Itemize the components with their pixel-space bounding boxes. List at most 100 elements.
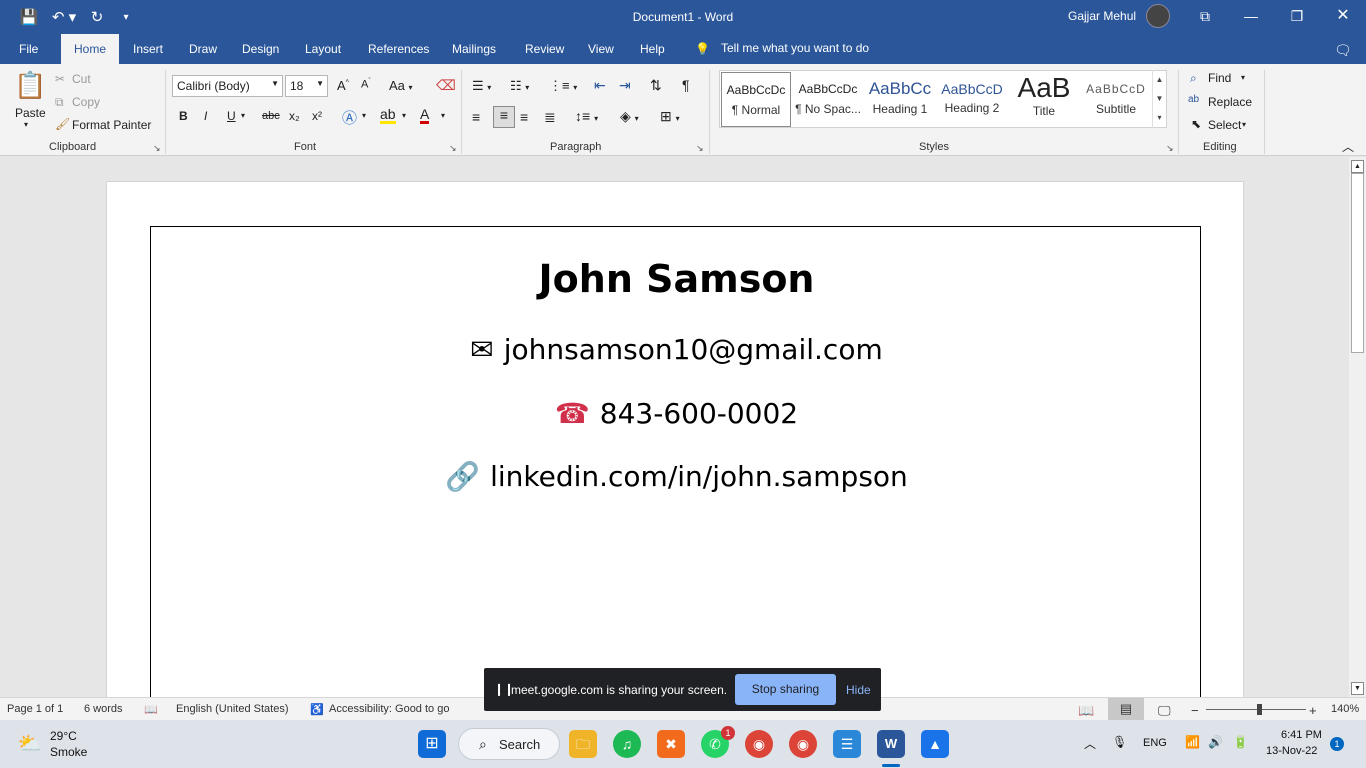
format-painter-button[interactable]: Format Painter	[72, 118, 151, 132]
chevron-down-icon[interactable]: ▼	[1153, 89, 1166, 108]
align-left-icon[interactable]: ≡	[472, 109, 480, 125]
user-name[interactable]: Gajjar Mehul	[1068, 9, 1136, 23]
show-formatting-icon[interactable]: ¶	[682, 77, 690, 93]
shrink-font-icon[interactable]: Aˇ	[361, 78, 371, 91]
scroll-thumb[interactable]	[1351, 173, 1364, 353]
style-normal[interactable]: AaBbCcDc ¶ Normal	[721, 72, 791, 127]
language-status[interactable]: English (United States)	[176, 703, 289, 715]
tab-layout[interactable]: Layout	[305, 42, 341, 56]
bullets-icon[interactable]: ☰ ▾	[472, 78, 491, 94]
chevron-up-icon[interactable]: ▲	[1153, 70, 1166, 89]
styles-launcher-icon[interactable]: ↘	[1166, 143, 1174, 154]
print-layout-icon[interactable]: ▤	[1108, 698, 1144, 720]
file-explorer-icon[interactable]: 🗀	[569, 730, 597, 758]
tab-mailings[interactable]: Mailings	[452, 42, 496, 56]
style-subtitle[interactable]: AaBbCcD Subtitle	[1081, 72, 1151, 127]
paragraph-launcher-icon[interactable]: ↘	[696, 143, 704, 154]
chrome-icon[interactable]: ◉	[745, 730, 773, 758]
scroll-down-icon[interactable]: ▼	[1351, 682, 1364, 695]
change-case-button[interactable]: Aa ▾	[389, 78, 413, 93]
style-title[interactable]: AaB Title	[1009, 72, 1079, 127]
align-right-icon[interactable]: ≡	[520, 109, 528, 125]
chevron-up-icon[interactable]: ︿	[1084, 735, 1096, 752]
zoom-in-icon[interactable]: +	[1309, 703, 1317, 718]
numbering-icon[interactable]: ☷ ▾	[510, 78, 529, 94]
collapse-ribbon-icon[interactable]: ︿	[1342, 138, 1354, 155]
select-button[interactable]: Select	[1208, 118, 1241, 132]
photos-icon[interactable]: ▲	[921, 730, 949, 758]
grow-font-icon[interactable]: A^	[337, 78, 349, 93]
zoom-slider[interactable]	[1206, 709, 1306, 710]
tab-file[interactable]: File	[19, 42, 38, 56]
weather-condition[interactable]: Smoke	[50, 745, 87, 759]
vertical-scrollbar[interactable]: ▲ ▼	[1349, 157, 1366, 697]
multilevel-list-icon[interactable]: ⋮≡ ▾	[549, 78, 577, 94]
underline-button[interactable]: U	[227, 109, 236, 123]
battery-icon[interactable]: 🔋	[1233, 735, 1248, 749]
underline-dropdown-icon[interactable]: ▾	[241, 111, 245, 120]
page-count[interactable]: Page 1 of 1	[7, 703, 63, 715]
start-icon[interactable]: ⊞	[418, 730, 446, 758]
italic-button[interactable]: I	[204, 109, 207, 123]
weather-icon[interactable]: ⛅	[16, 730, 44, 758]
font-size-select[interactable]: 18 ▼	[285, 75, 328, 97]
ribbon-display-icon[interactable]: ⧉	[1190, 6, 1220, 26]
tell-me-search[interactable]: Tell me what you want to do	[721, 41, 869, 55]
line-spacing-icon[interactable]: ↕≡ ▾	[575, 108, 598, 124]
subscript-button[interactable]: x₂	[289, 109, 300, 123]
clock-time[interactable]: 6:41 PM	[1281, 729, 1322, 741]
clock-date[interactable]: 13-Nov-22	[1266, 745, 1317, 757]
zoom-out-icon[interactable]: −	[1191, 703, 1199, 718]
whatsapp-icon[interactable]: ✆ 1	[701, 726, 735, 758]
wifi-icon[interactable]: 📶	[1185, 735, 1200, 749]
language-indicator[interactable]: ENG	[1143, 737, 1167, 749]
tab-draw[interactable]: Draw	[189, 42, 217, 56]
paste-icon[interactable]: 📋	[14, 70, 46, 104]
zoom-slider-thumb[interactable]	[1257, 704, 1262, 715]
search-button[interactable]: ⌕ Search	[458, 728, 560, 760]
stop-sharing-button[interactable]: Stop sharing	[735, 674, 836, 705]
find-dropdown-icon[interactable]: ▾	[1241, 73, 1245, 82]
accessibility-status[interactable]: Accessibility: Good to go	[329, 703, 449, 715]
word-count[interactable]: 6 words	[84, 703, 123, 715]
style-no-spacing[interactable]: AaBbCcDc ¶ No Spac...	[793, 72, 863, 127]
align-center-icon[interactable]: ≡	[493, 106, 515, 128]
font-color-icon[interactable]: A	[420, 107, 430, 124]
style-heading-2[interactable]: AaBbCcD Heading 2	[937, 72, 1007, 127]
clipboard-launcher-icon[interactable]: ↘	[153, 143, 161, 154]
tab-references[interactable]: References	[368, 42, 429, 56]
read-mode-icon[interactable]: 📖	[1078, 703, 1094, 719]
styles-scroll[interactable]: ▲ ▼ ▾	[1152, 70, 1166, 128]
text-effects-dropdown-icon[interactable]: ▾	[362, 111, 366, 120]
strikethrough-button[interactable]: abc	[262, 110, 280, 122]
select-dropdown-icon[interactable]: ▾	[1242, 120, 1246, 129]
restore-button[interactable]: ❐	[1282, 6, 1312, 26]
paste-button[interactable]: Paste	[15, 106, 46, 120]
notification-count[interactable]: 1	[1330, 737, 1344, 751]
paste-dropdown-icon[interactable]: ▾	[24, 120, 28, 129]
word-icon[interactable]: W	[877, 730, 905, 758]
font-launcher-icon[interactable]: ↘	[449, 143, 457, 154]
text-effects-icon[interactable]: Ⓐ	[342, 107, 357, 128]
web-layout-icon[interactable]: 🖵	[1158, 703, 1171, 719]
sort-icon[interactable]: ⇅	[650, 77, 662, 94]
zoom-level[interactable]: 140%	[1331, 703, 1359, 715]
proofing-icon[interactable]: 📖	[144, 703, 158, 716]
tab-help[interactable]: Help	[640, 42, 665, 56]
style-heading-1[interactable]: AaBbCc Heading 1	[865, 72, 935, 127]
volume-icon[interactable]: 🔊	[1208, 735, 1223, 749]
minimize-button[interactable]: —	[1236, 6, 1266, 26]
xampp-icon[interactable]: ✖	[657, 730, 685, 758]
replace-button[interactable]: Replace	[1208, 95, 1252, 109]
tab-design[interactable]: Design	[242, 42, 279, 56]
tab-review[interactable]: Review	[525, 42, 564, 56]
comments-icon[interactable]: 🗨	[1334, 42, 1352, 59]
tab-insert[interactable]: Insert	[133, 42, 163, 56]
borders-icon[interactable]: ⊞ ▾	[660, 108, 680, 125]
font-color-dropdown-icon[interactable]: ▾	[441, 111, 445, 120]
avatar[interactable]	[1146, 4, 1170, 28]
more-styles-icon[interactable]: ▾	[1153, 108, 1166, 127]
close-button[interactable]: ✕	[1328, 6, 1358, 26]
shading-icon[interactable]: ◈ ▾	[620, 108, 639, 125]
accessibility-icon[interactable]: ♿	[310, 703, 324, 716]
